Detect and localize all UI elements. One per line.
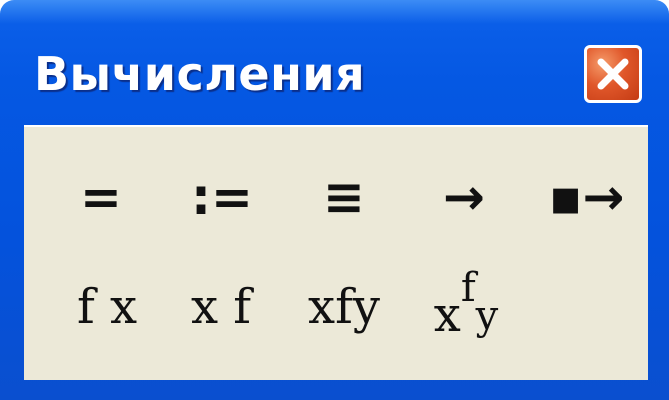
prefix-operator-button[interactable]: f x — [62, 277, 152, 337]
definition-button[interactable]: := — [182, 167, 262, 227]
close-icon — [597, 58, 629, 90]
close-button[interactable] — [584, 45, 642, 103]
window-title: Вычисления — [34, 47, 366, 101]
postfix-operator-button[interactable]: x f — [176, 277, 266, 337]
global-definition-button[interactable]: ≡ — [309, 167, 379, 227]
treefix-operator-button[interactable]: xfy — [416, 265, 516, 343]
treefix-superscript: f — [460, 265, 476, 311]
symbolic-evaluation-button[interactable]: → — [424, 167, 504, 227]
keyword-evaluation-button[interactable]: ▪→ — [539, 167, 634, 227]
palette-panel: = := ≡ → ▪→ f x x f xfy xfy — [24, 125, 648, 380]
title-bar[interactable]: Вычисления — [0, 0, 669, 112]
evaluate-button[interactable]: = — [66, 167, 136, 227]
treefix-subscript: y — [475, 293, 499, 339]
calculation-palette-window: Вычисления = := ≡ → ▪→ f x x f xfy xfy — [0, 0, 669, 400]
infix-operator-button[interactable]: xfy — [294, 277, 394, 337]
treefix-base: x — [433, 287, 461, 343]
